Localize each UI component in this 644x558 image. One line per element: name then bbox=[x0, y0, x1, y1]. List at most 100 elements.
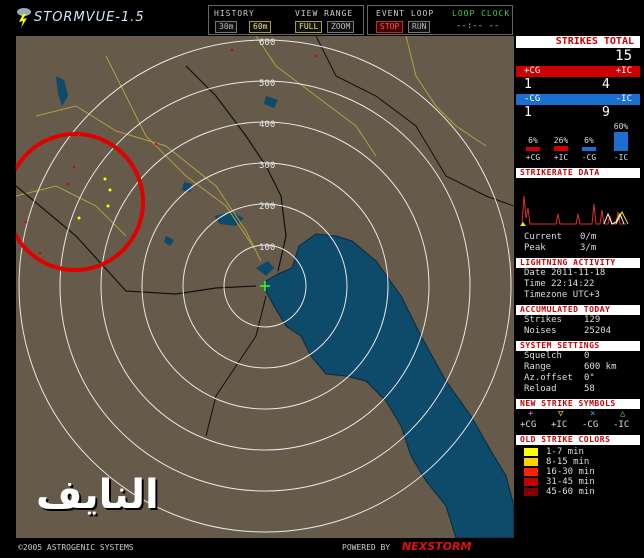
history-label: HISTORY bbox=[214, 9, 255, 18]
acc-noises-row: Noises 25204 bbox=[516, 326, 640, 337]
squelch-row: Squelch 0 bbox=[516, 351, 640, 362]
old-colors-list: 1-7 min 8-15 min 16-30 min 31-45 min 45-60 m… bbox=[516, 445, 640, 497]
pct-neg-ic: 60% bbox=[613, 122, 629, 131]
pct-label-neg-cg: -CG bbox=[581, 153, 597, 162]
range-label-100: 100 bbox=[259, 243, 275, 253]
squelch-label: Squelch bbox=[524, 351, 562, 361]
neg-cg-symbol-icon: × bbox=[590, 409, 596, 419]
acc-strikes-label: Strikes bbox=[524, 315, 562, 325]
view-range-label: VIEW RANGE bbox=[295, 9, 354, 18]
old-color-item: 8-15 min bbox=[524, 457, 640, 467]
color-swatch bbox=[524, 458, 538, 466]
symbol-label-neg-cg: -CG bbox=[582, 420, 599, 430]
nexstorm-logo: NEXSTORM bbox=[402, 540, 472, 553]
timezone-row: Timezone UTC+3 bbox=[516, 290, 640, 301]
range-label-500: 500 bbox=[259, 79, 275, 89]
symbol-label-pos-ic: +IC bbox=[551, 420, 568, 430]
map-canvas: 100 200 300 400 500 600 bbox=[16, 36, 514, 538]
strikerate-current-row: Current 0/m bbox=[516, 232, 640, 243]
neg-ic-label: -IC bbox=[615, 94, 632, 104]
negative-header: -CG -IC bbox=[516, 94, 640, 105]
pos-ic-label: +IC bbox=[615, 66, 632, 76]
old-color-label: 45-60 min bbox=[546, 487, 595, 497]
settings-header: SYSTEM SETTINGS bbox=[516, 341, 640, 351]
pct-neg-cg: 6% bbox=[584, 136, 594, 145]
symbol-label-pos-cg: +CG bbox=[520, 420, 537, 430]
accumulated-header: ACCUMULATED TODAY bbox=[516, 305, 640, 315]
pos-cg-label: +CG bbox=[524, 66, 541, 76]
radar-map[interactable]: 100 200 300 400 500 600 النايف bbox=[16, 36, 514, 538]
pct-label-neg-ic: -IC bbox=[613, 153, 629, 162]
old-color-label: 1-7 min bbox=[546, 447, 584, 457]
squelch-value: 0 bbox=[584, 351, 590, 361]
stop-button[interactable]: STOP bbox=[376, 21, 404, 33]
acc-strikes-row: Strikes 129 bbox=[516, 315, 640, 326]
range-zoom-button[interactable]: ZOOM bbox=[327, 21, 355, 33]
symbols-legend: + ▽ × △ +CG +IC -CG -IC bbox=[516, 409, 640, 433]
old-colors-header: OLD STRIKE COLORS bbox=[516, 435, 640, 445]
range-label-300: 300 bbox=[259, 161, 275, 171]
time-value: 22:14:22 bbox=[551, 279, 595, 289]
bar-pos-ic bbox=[554, 146, 568, 151]
date-value: 2011-11-18 bbox=[551, 268, 606, 278]
strikerate-peak-row: Peak 3/m bbox=[516, 243, 640, 254]
old-color-item: 31-45 min bbox=[524, 477, 640, 487]
range-row: Range 600 km bbox=[516, 362, 640, 373]
pct-pos-cg: 6% bbox=[528, 136, 538, 145]
strikes-total-value: 15 bbox=[615, 48, 632, 64]
old-color-label: 16-30 min bbox=[546, 467, 595, 477]
color-swatch bbox=[524, 488, 538, 496]
run-button[interactable]: RUN bbox=[408, 21, 431, 33]
loop-clock-value: --:-- -- bbox=[456, 21, 500, 31]
range-label-600: 600 bbox=[259, 38, 275, 48]
powered-by-text: POWERED BY bbox=[342, 543, 391, 552]
bar-neg-cg bbox=[582, 147, 596, 151]
peak-value: 3/m bbox=[580, 243, 597, 253]
history-range-panel: HISTORY VIEW RANGE 30m 60m FULL ZOOM bbox=[208, 5, 364, 35]
strikerate-header: STRIKERATE DATA bbox=[516, 168, 640, 178]
old-color-item: 45-60 min bbox=[524, 487, 640, 497]
bar-pos-cg bbox=[526, 147, 540, 151]
range-full-button[interactable]: FULL bbox=[295, 21, 323, 33]
loop-clock-label: LOOP CLOCK bbox=[452, 9, 511, 18]
history-60m-button[interactable]: 60m bbox=[249, 21, 272, 33]
pos-cg-symbol-icon: + bbox=[528, 409, 534, 419]
pos-cg-value: 1 bbox=[524, 77, 532, 92]
event-loop-label: EVENT LOOP bbox=[376, 9, 435, 18]
old-color-label: 31-45 min bbox=[546, 477, 595, 487]
old-color-label: 8-15 min bbox=[546, 457, 590, 467]
pos-ic-value: 4 bbox=[602, 77, 610, 92]
side-panel: STRIKES TOTAL 15 +CG +IC 1 4 -CG -IC 1 9… bbox=[516, 36, 640, 540]
current-label: Current bbox=[524, 232, 562, 242]
peak-label: Peak bbox=[524, 243, 546, 253]
time-row: Time 22:14:22 bbox=[516, 279, 640, 290]
date-row: Date 2011-11-18 bbox=[516, 268, 640, 279]
range-value: 600 km bbox=[584, 362, 617, 372]
timezone-label: Timezone bbox=[524, 290, 568, 300]
watermark-text: النايف bbox=[36, 472, 159, 518]
date-label: Date bbox=[524, 268, 546, 278]
history-30m-button[interactable]: 30m bbox=[215, 21, 238, 33]
color-swatch bbox=[524, 478, 538, 486]
reload-row: Reload 58 bbox=[516, 384, 640, 395]
reload-label: Reload bbox=[524, 384, 557, 394]
storm-cloud-icon bbox=[17, 8, 31, 28]
app-title: STORMVUE-1.5 bbox=[34, 10, 145, 25]
az-offset-row: Az.offset 0° bbox=[516, 373, 640, 384]
symbols-header: NEW STRIKE SYMBOLS bbox=[516, 399, 640, 409]
copyright-text: ©2005 ASTROGENIC SYSTEMS bbox=[18, 543, 134, 552]
neg-cg-label: -CG bbox=[524, 94, 541, 104]
gulf-water bbox=[265, 233, 514, 538]
positive-values: 1 4 bbox=[516, 77, 640, 94]
pct-label-pos-cg: +CG bbox=[525, 153, 541, 162]
symbol-label-neg-ic: -IC bbox=[613, 420, 630, 430]
az-offset-label: Az.offset bbox=[524, 373, 573, 383]
neg-cg-value: 1 bbox=[524, 105, 532, 120]
strikerate-graph bbox=[520, 195, 629, 226]
negative-values: 1 9 bbox=[516, 105, 640, 122]
neg-ic-symbol-icon: △ bbox=[620, 409, 626, 419]
az-offset-value: 0° bbox=[584, 373, 595, 383]
range-label: Range bbox=[524, 362, 552, 372]
acc-strikes-value: 129 bbox=[584, 315, 601, 325]
old-color-item: 1-7 min bbox=[524, 447, 640, 457]
